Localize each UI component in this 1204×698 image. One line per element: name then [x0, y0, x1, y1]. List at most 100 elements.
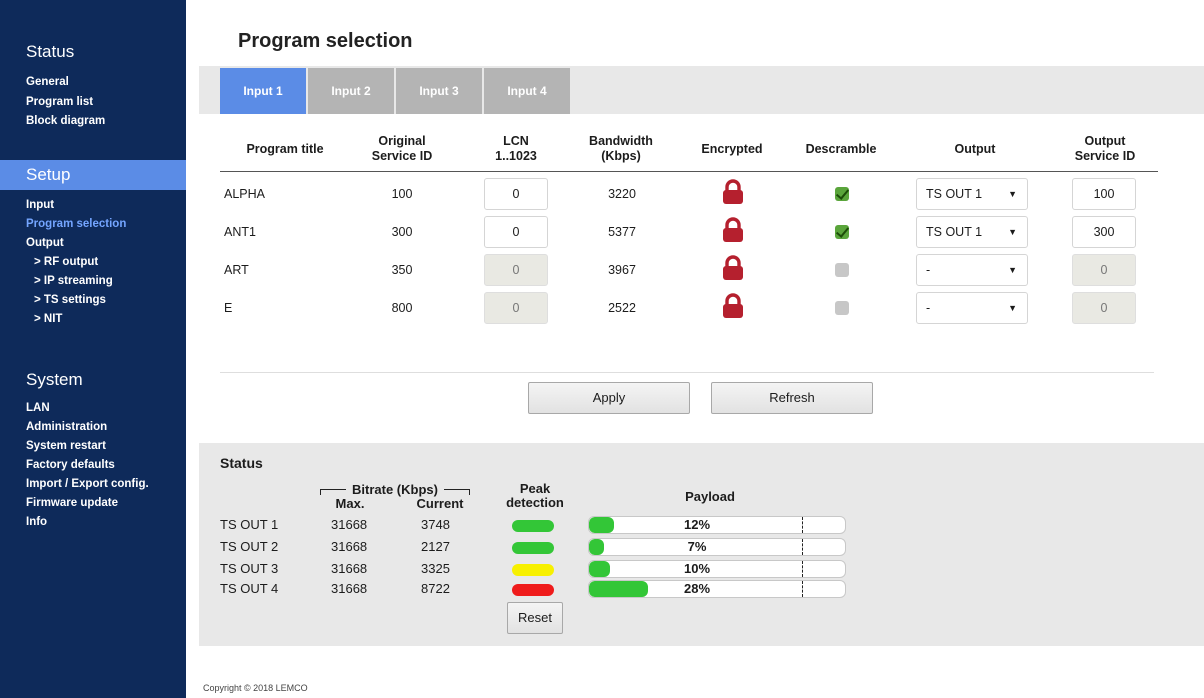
section-divider: [220, 372, 1154, 373]
row-1-output-sid-input[interactable]: 100: [1072, 178, 1136, 210]
sidebar-item-output[interactable]: Output: [26, 234, 126, 253]
sidebar-system-heading: System: [26, 370, 83, 389]
header-descramble: Descramble: [805, 142, 877, 156]
sidebar-item-ts-settings[interactable]: > TS settings: [26, 291, 126, 310]
reset-button[interactable]: Reset: [507, 602, 563, 634]
row-2-output-value: TS OUT 1: [926, 225, 983, 239]
sidebar: Status General Program list Block diagra…: [0, 0, 186, 698]
sidebar-item-block-diagram[interactable]: Block diagram: [26, 112, 105, 132]
row-4-output-select[interactable]: - ▼: [916, 292, 1028, 324]
sidebar-item-import-export[interactable]: Import / Export config.: [26, 475, 149, 494]
header-original-line2: Service ID: [371, 149, 433, 163]
sidebar-setup-heading: Setup: [0, 160, 186, 190]
row-1-output-select[interactable]: TS OUT 1 ▼: [916, 178, 1028, 210]
row-4-lcn-input: 0: [484, 292, 548, 324]
header-lcn-line2: 1..1023: [495, 149, 537, 163]
row-4-bandwidth: 2522: [608, 301, 636, 315]
sidebar-item-administration[interactable]: Administration: [26, 418, 149, 437]
status-row-4-current: 8722: [421, 581, 450, 596]
sidebar-item-factory-defaults[interactable]: Factory defaults: [26, 456, 149, 475]
tab-input-3[interactable]: Input 3: [396, 68, 482, 114]
payload-percent: 7%: [687, 539, 707, 554]
payload-bar: 28%: [588, 580, 846, 598]
row-1-bandwidth: 3220: [608, 187, 636, 201]
peak-indicator: [512, 520, 554, 532]
page-title: Program selection: [238, 30, 413, 52]
chevron-down-icon: ▼: [1008, 265, 1017, 275]
row-1-output-value: TS OUT 1: [926, 187, 983, 201]
sidebar-item-firmware-update[interactable]: Firmware update: [26, 494, 149, 513]
chevron-down-icon: ▼: [1008, 227, 1017, 237]
sidebar-item-program-selection[interactable]: Program selection: [26, 215, 126, 234]
row-2-lcn-input[interactable]: 0: [484, 216, 548, 248]
header-original-line1: Original: [378, 134, 426, 148]
sidebar-item-system-restart[interactable]: System restart: [26, 437, 149, 456]
row-1-lcn-input[interactable]: 0: [484, 178, 548, 210]
chevron-down-icon: ▼: [1008, 303, 1017, 313]
header-lcn: LCN 1..1023: [476, 134, 556, 164]
status-row-3-max: 31668: [331, 561, 368, 576]
sidebar-setup-list: Input Program selection Output > RF outp…: [26, 196, 126, 329]
row-3-bandwidth: 3967: [608, 263, 636, 277]
payload-bar: 7%: [588, 538, 846, 556]
status-row-2-max: 31668: [331, 539, 368, 554]
peak-header: Peak detection: [500, 482, 570, 510]
copyright: Copyright © 2018 LEMCO: [203, 683, 308, 693]
sidebar-item-ip-streaming[interactable]: > IP streaming: [26, 272, 126, 291]
table-header-divider: [220, 171, 1158, 172]
row-4-service-id: 800: [391, 301, 413, 315]
header-lcn-line1: LCN: [503, 134, 529, 148]
peak-indicator: [512, 542, 554, 554]
payload-percent: 28%: [683, 581, 711, 596]
max-header: Max.: [335, 496, 365, 511]
refresh-button[interactable]: Refresh: [711, 382, 873, 414]
peak-header-line2: detection: [506, 495, 564, 510]
row-1-descramble-checkbox[interactable]: [835, 187, 849, 201]
row-3-output-value: -: [926, 263, 931, 277]
payload-bar: 10%: [588, 560, 846, 578]
lock-icon: [723, 179, 743, 204]
peak-indicator: [512, 564, 554, 576]
row-4-descramble-checkbox[interactable]: [835, 301, 849, 315]
sidebar-item-nit[interactable]: > NIT: [26, 310, 126, 329]
row-2-output-sid-input[interactable]: 300: [1072, 216, 1136, 248]
tab-input-1[interactable]: Input 1: [220, 68, 306, 114]
sidebar-item-rf-output[interactable]: > RF output: [26, 253, 126, 272]
chevron-down-icon: ▼: [1008, 189, 1017, 199]
sidebar-status-heading: Status: [26, 42, 75, 61]
sidebar-item-general[interactable]: General: [26, 73, 105, 93]
header-program-title: Program title: [246, 142, 324, 156]
apply-button[interactable]: Apply: [528, 382, 690, 414]
status-row-4-name: TS OUT 4: [220, 581, 279, 596]
header-output-sid-line2: Service ID: [1074, 149, 1136, 163]
row-3-descramble-checkbox[interactable]: [835, 263, 849, 277]
bitrate-label: Bitrate (Kbps): [352, 482, 438, 497]
row-2-title: ANT1: [224, 225, 256, 239]
lock-icon: [723, 255, 743, 280]
row-2-descramble-checkbox[interactable]: [835, 225, 849, 239]
sidebar-item-input[interactable]: Input: [26, 196, 126, 215]
sidebar-system-list: LAN Administration System restart Factor…: [26, 399, 149, 532]
row-3-output-select[interactable]: - ▼: [916, 254, 1028, 286]
header-output-sid-line1: Output: [1084, 134, 1126, 148]
sidebar-item-info[interactable]: Info: [26, 513, 149, 532]
header-output-service-id: Output Service ID: [1060, 134, 1150, 164]
tab-input-4[interactable]: Input 4: [484, 68, 570, 114]
row-4-output-sid-input: 0: [1072, 292, 1136, 324]
row-4-title: E: [224, 301, 233, 315]
lock-icon: [723, 217, 743, 242]
tab-input-2[interactable]: Input 2: [308, 68, 394, 114]
row-2-service-id: 300: [391, 225, 413, 239]
status-row-2-name: TS OUT 2: [220, 539, 279, 554]
sidebar-item-program-list[interactable]: Program list: [26, 93, 105, 113]
header-original-service-id: Original Service ID: [362, 134, 442, 164]
row-3-output-sid-input: 0: [1072, 254, 1136, 286]
sidebar-item-lan[interactable]: LAN: [26, 399, 149, 418]
current-header: Current: [416, 496, 464, 511]
header-bandwidth-line1: Bandwidth: [589, 134, 653, 148]
row-2-output-select[interactable]: TS OUT 1 ▼: [916, 216, 1028, 248]
row-1-service-id: 100: [391, 187, 413, 201]
payload-bar: 12%: [588, 516, 846, 534]
bitrate-header: Bitrate (Kbps): [320, 482, 470, 497]
header-encrypted: Encrypted: [701, 142, 763, 156]
